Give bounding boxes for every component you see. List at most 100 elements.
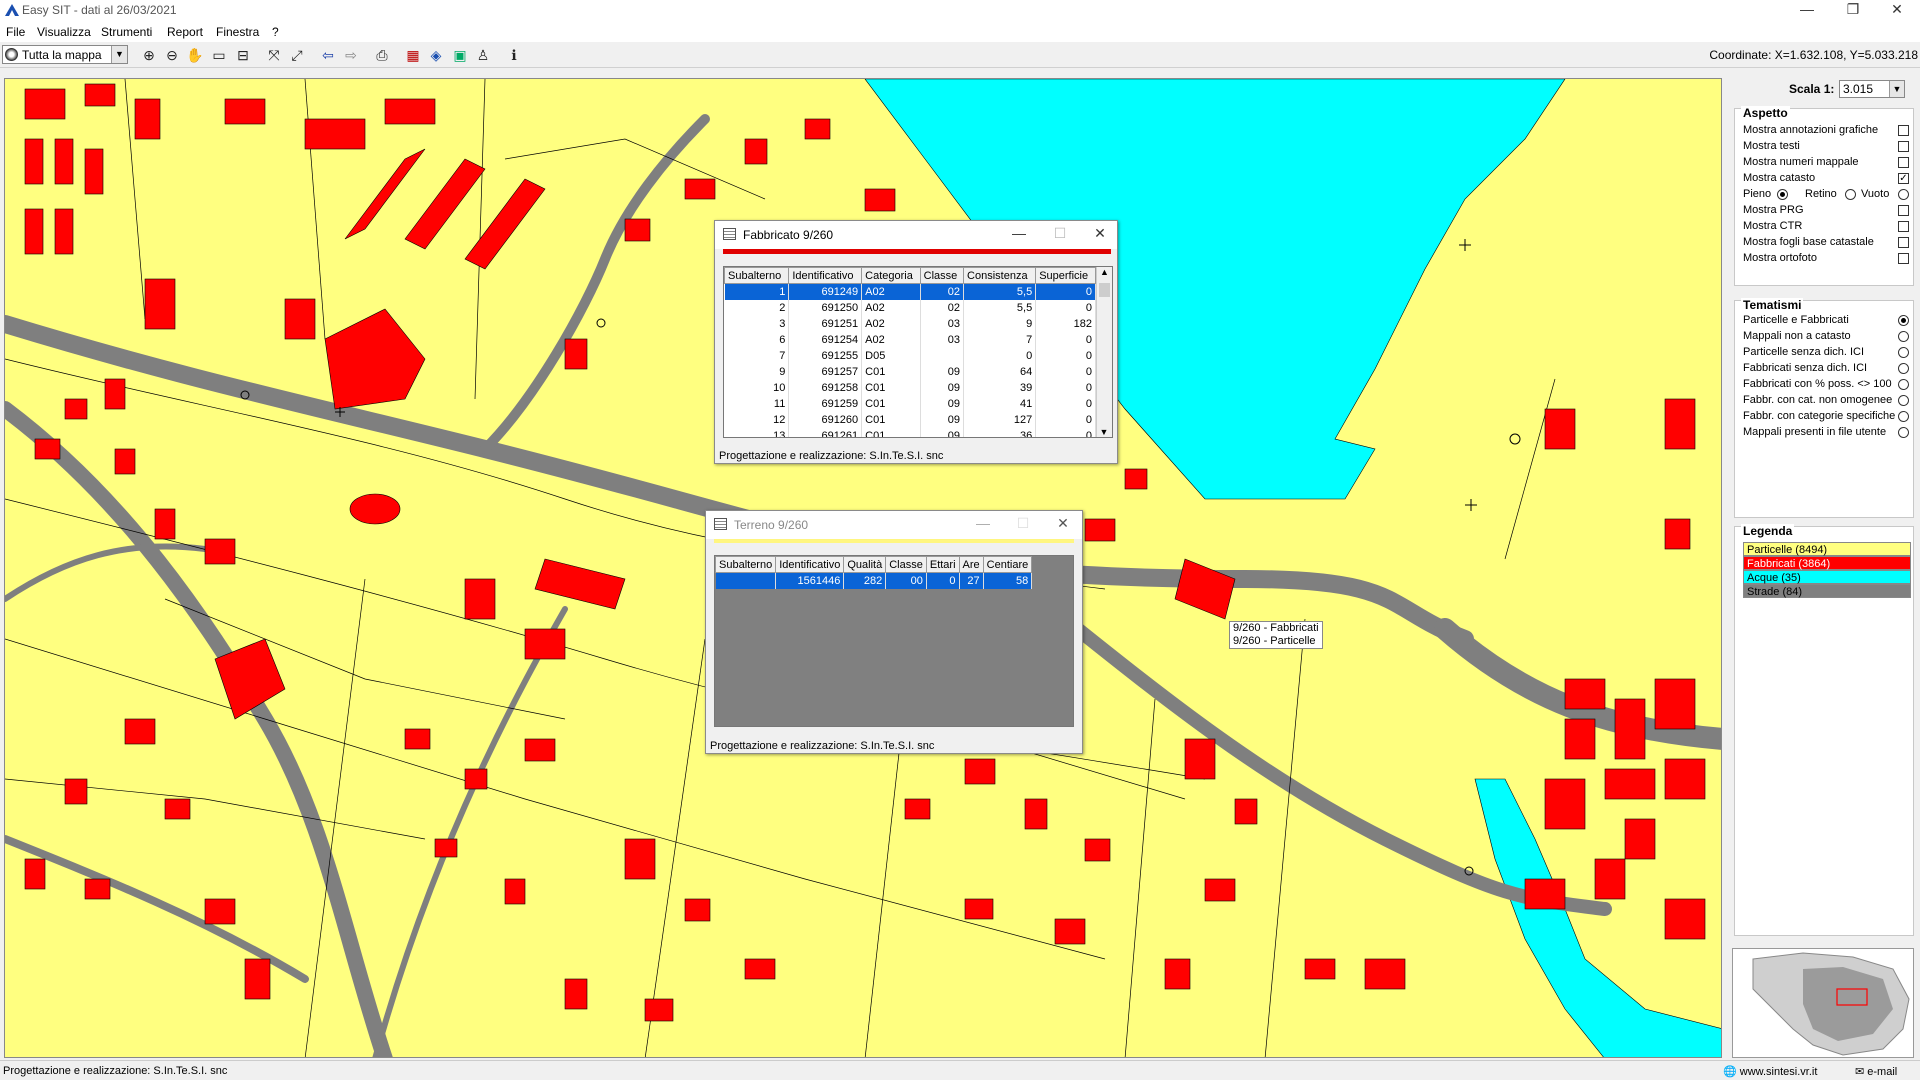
fabbricato-titlebar[interactable]: Fabbricato 9/260 — ☐ ✕: [715, 221, 1117, 249]
col-categoria[interactable]: Categoria: [861, 267, 921, 284]
fabbricato-window[interactable]: Fabbricato 9/260 — ☐ ✕ Subalterno Identi…: [714, 220, 1118, 464]
info-icon[interactable]: ℹ: [503, 45, 525, 66]
checkbox-prg[interactable]: [1898, 205, 1909, 216]
radio-tema-8[interactable]: [1898, 427, 1909, 438]
col-subalterno[interactable]: Subalterno: [714, 556, 777, 573]
terreno-table[interactable]: Subalterno Identificativo Qualità Classe…: [714, 555, 1074, 727]
radio-tema-6[interactable]: [1898, 395, 1909, 406]
radio-tema-2[interactable]: [1898, 331, 1909, 342]
table-row[interactable]: 11 691259 C01 09 41 0: [724, 395, 1096, 412]
measure-distance-icon[interactable]: ▭: [208, 45, 230, 66]
zoom-full-icon[interactable]: ⤢: [286, 45, 308, 66]
option-ctr[interactable]: Mostra CTR: [1743, 220, 1802, 232]
menu-report[interactable]: Report: [167, 25, 203, 39]
person-icon[interactable]: ♙: [472, 45, 494, 66]
tema-cat-non-omogenee[interactable]: Fabbr. con cat. non omogenee: [1743, 394, 1892, 406]
option-ortofoto[interactable]: Mostra ortofoto: [1743, 252, 1817, 264]
radio-vuoto[interactable]: [1898, 189, 1909, 200]
option-catasto[interactable]: Mostra catasto: [1743, 172, 1815, 184]
legend-item[interactable]: Acque (35): [1743, 570, 1911, 584]
option-numeri-mappale[interactable]: Mostra numeri mappale: [1743, 156, 1859, 168]
menu-strumenti[interactable]: Strumenti: [101, 25, 152, 39]
table-row[interactable]: 6 691254 A02 03 7 0: [724, 331, 1096, 348]
col-classe[interactable]: Classe: [885, 556, 927, 573]
col-consistenza[interactable]: Consistenza: [963, 267, 1037, 284]
radio-tema-4[interactable]: [1898, 363, 1909, 374]
legend-item[interactable]: Fabbricati (3864): [1743, 556, 1911, 570]
terreno-titlebar[interactable]: Terreno 9/260 — ☐ ✕: [706, 511, 1082, 539]
fill-retino-label[interactable]: Retino: [1805, 188, 1837, 200]
tema-fabbricati-poss[interactable]: Fabbricati con % poss. <> 100: [1743, 378, 1892, 390]
restore-button[interactable]: ❐: [1830, 0, 1876, 22]
minimize-button[interactable]: —: [1004, 225, 1034, 241]
radio-tema-3[interactable]: [1898, 347, 1909, 358]
fabbricato-table[interactable]: Subalterno Identificativo Categoria Clas…: [723, 266, 1113, 438]
pan-hand-icon[interactable]: ✋: [184, 45, 206, 66]
scroll-thumb[interactable]: [1099, 283, 1110, 297]
col-are[interactable]: Are: [958, 556, 984, 573]
forward-arrow-icon[interactable]: ⇨: [340, 45, 362, 66]
option-fogli-base[interactable]: Mostra fogli base catastale: [1743, 236, 1874, 248]
thematic-map-icon[interactable]: ◈: [425, 45, 447, 66]
table-row[interactable]: 3 691251 A02 03 9 182: [724, 315, 1096, 332]
table-row[interactable]: 1 691249 A02 02 5,5 0: [724, 283, 1096, 300]
menu-finestra[interactable]: Finestra: [216, 25, 259, 39]
zoom-out-icon[interactable]: ⊖: [161, 45, 183, 66]
scroll-up-icon[interactable]: ▲: [1097, 267, 1112, 281]
table-row[interactable]: 9 691257 C01 09 64 0: [724, 363, 1096, 380]
checkbox-annotazioni[interactable]: [1898, 125, 1909, 136]
radio-tema-5[interactable]: [1898, 379, 1909, 390]
col-subalterno[interactable]: Subalterno: [724, 267, 790, 284]
fill-vuoto-label[interactable]: Vuoto: [1861, 188, 1889, 200]
checkbox-numeri-mappale[interactable]: [1898, 157, 1909, 168]
tema-categorie-specifiche[interactable]: Fabbr. con categorie specifiche: [1743, 410, 1895, 422]
radio-pieno[interactable]: [1777, 189, 1788, 200]
checkbox-catasto[interactable]: ✓: [1898, 173, 1909, 184]
zoom-in-icon[interactable]: ⊕: [138, 45, 160, 66]
menu-file[interactable]: File: [6, 25, 25, 39]
tema-fabbricati-senza-ici[interactable]: Fabbricati senza dich. ICI: [1743, 362, 1867, 374]
maximize-button[interactable]: ☐: [1045, 225, 1075, 242]
chevron-down-icon[interactable]: ▼: [1889, 81, 1904, 97]
minimize-button[interactable]: —: [968, 515, 998, 531]
layers-icon[interactable]: ▦: [402, 45, 424, 66]
measure-area-icon[interactable]: ⊟: [232, 45, 254, 66]
scale-select[interactable]: 3.015 ▼: [1839, 80, 1905, 98]
col-identificativo[interactable]: Identificativo: [775, 556, 845, 573]
chevron-down-icon[interactable]: ▼: [111, 46, 127, 63]
table-row[interactable]: 13 691261 C01 09 36 0: [724, 427, 1096, 437]
table-row[interactable]: 2 691250 A02 02 5,5 0: [724, 299, 1096, 316]
terreno-window[interactable]: Terreno 9/260 — ☐ ✕ Subalterno Identific…: [705, 510, 1083, 754]
close-button[interactable]: ✕: [1085, 225, 1115, 242]
radio-retino[interactable]: [1845, 189, 1856, 200]
radio-tema-1[interactable]: [1898, 315, 1909, 326]
checkbox-ctr[interactable]: [1898, 221, 1909, 232]
checkbox-testi[interactable]: [1898, 141, 1909, 152]
back-arrow-icon[interactable]: ⇦: [317, 45, 339, 66]
close-button[interactable]: ✕: [1874, 0, 1920, 22]
legend-icon[interactable]: ▣: [449, 45, 471, 66]
option-prg[interactable]: Mostra PRG: [1743, 204, 1804, 216]
col-qualita[interactable]: Qualità: [843, 556, 887, 573]
tema-particelle-senza-ici[interactable]: Particelle senza dich. ICI: [1743, 346, 1864, 358]
checkbox-fogli-base[interactable]: [1898, 237, 1909, 248]
table-row[interactable]: 10 691258 C01 09 39 0: [724, 379, 1096, 396]
website-link[interactable]: 🌐 www.sintesi.vr.it: [1723, 1065, 1817, 1078]
tema-particelle-fabbricati[interactable]: Particelle e Fabbricati: [1743, 314, 1849, 326]
fill-pieno-label[interactable]: Pieno: [1743, 188, 1771, 200]
legend-item[interactable]: Particelle (8494): [1743, 542, 1911, 556]
table-row[interactable]: 7 691255 D05 0 0: [724, 347, 1096, 364]
option-testi[interactable]: Mostra testi: [1743, 140, 1800, 152]
menu-help[interactable]: ?: [272, 25, 279, 39]
col-classe[interactable]: Classe: [919, 267, 965, 284]
col-identificativo[interactable]: Identificativo: [788, 267, 863, 284]
tema-mappali-non-catasto[interactable]: Mappali non a catasto: [1743, 330, 1851, 342]
tema-file-utente[interactable]: Mappali presenti in file utente: [1743, 426, 1886, 438]
maximize-button[interactable]: ☐: [1008, 515, 1038, 532]
table-row[interactable]: 1561446 282 00 0 27 58: [715, 572, 1033, 589]
scrollbar[interactable]: ▲ ▼: [1096, 267, 1112, 437]
radio-tema-7[interactable]: [1898, 411, 1909, 422]
overview-minimap[interactable]: [1732, 948, 1914, 1058]
scroll-down-icon[interactable]: ▼: [1097, 427, 1111, 437]
col-centiare[interactable]: Centiare: [982, 556, 1033, 573]
